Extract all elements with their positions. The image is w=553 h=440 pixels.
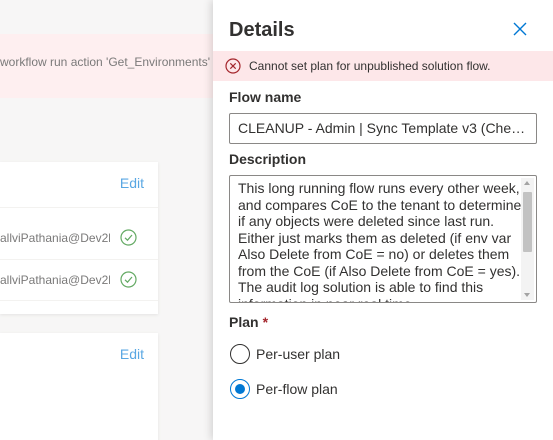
close-icon[interactable]: [511, 20, 529, 38]
radio-circle[interactable]: [230, 344, 250, 364]
error-message-text: Cannot set plan for unpublished solution…: [249, 59, 491, 73]
scroll-down-arrow-icon[interactable]: [524, 293, 530, 297]
flow-name-label: Flow name: [229, 89, 302, 105]
plan-label: Plan *: [229, 314, 268, 330]
radio-label: Per-flow plan: [256, 381, 338, 397]
scroll-thumb[interactable]: [523, 192, 532, 252]
error-circle-icon: [225, 58, 241, 74]
radio-selected-dot: [235, 384, 245, 394]
description-label: Description: [229, 151, 307, 167]
description-text: This long running flow runs every other …: [238, 180, 522, 302]
details-panel: Details Cannot set plan for unpublished …: [213, 0, 553, 440]
plan-label-text: Plan: [229, 314, 259, 330]
error-message-bar: Cannot set plan for unpublished solution…: [213, 51, 553, 81]
background-overlay: [0, 0, 213, 440]
scroll-up-arrow-icon[interactable]: [524, 181, 530, 185]
radio-circle-selected[interactable]: [230, 379, 250, 399]
required-marker: *: [262, 314, 269, 330]
flow-name-input[interactable]: CLEANUP - Admin | Sync Template v3 (Chec…: [229, 113, 537, 144]
description-scrollbar[interactable]: [521, 178, 534, 300]
panel-title: Details: [229, 19, 295, 41]
description-textarea[interactable]: This long running flow runs every other …: [229, 175, 537, 303]
radio-label: Per-user plan: [256, 346, 341, 362]
